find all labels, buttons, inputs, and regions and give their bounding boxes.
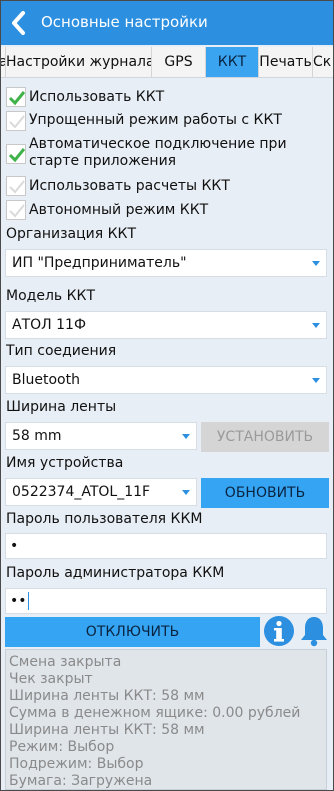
log-line: Ширина ленты ККТ: 58 мм <box>9 722 205 738</box>
log-line: Ширина ленты ККТ: 58 мм <box>9 688 205 704</box>
text-cursor <box>27 592 29 610</box>
organization-value: ИП "Предприниматель" <box>12 255 187 271</box>
tape-width-value: 58 mm <box>12 428 62 444</box>
refresh-devices-button[interactable]: ОБНОВИТЬ <box>201 478 329 508</box>
autonomous-mode-checkbox[interactable] <box>6 200 26 220</box>
back-arrow-icon[interactable] <box>7 10 33 36</box>
connection-type-value: Bluetooth <box>12 372 80 388</box>
log-line: Режим: Выбор <box>9 739 115 755</box>
dropdown-arrow-icon <box>312 323 320 328</box>
user-password-input[interactable]: • <box>5 533 327 559</box>
tab-gps[interactable]: GPS <box>152 47 206 77</box>
info-icon[interactable] <box>263 615 295 647</box>
bell-icon[interactable] <box>299 615 329 647</box>
tab-partial-right[interactable]: Ск <box>313 47 333 77</box>
dropdown-arrow-icon <box>182 490 190 495</box>
checkmark-icon <box>8 148 26 163</box>
auto-connect-checkbox[interactable] <box>6 144 26 164</box>
device-name-label: Имя устройства <box>6 455 124 471</box>
user-password-value: • <box>10 538 19 554</box>
app-window: Основные настройки а Настройки журнала G… <box>0 0 334 791</box>
use-kkt-checkbox[interactable] <box>6 87 26 107</box>
use-kkt-label[interactable]: Использовать ККТ <box>29 89 164 106</box>
admin-password-input[interactable]: •• <box>5 588 327 614</box>
model-label: Модель ККТ <box>6 288 96 304</box>
tab-bar: а Настройки журнала GPS ККТ Печать Ск <box>1 47 333 78</box>
admin-password-value: •• <box>10 593 27 609</box>
device-name-select[interactable]: 0522374_ATOL_11F <box>5 478 197 506</box>
tab-kkt[interactable]: ККТ <box>206 47 259 77</box>
device-name-value: 0522374_ATOL_11F <box>12 484 151 500</box>
model-value: АТОЛ 11Ф <box>12 317 86 333</box>
disconnect-button[interactable]: ОТКЛЮЧИТЬ <box>5 617 260 647</box>
tab-print[interactable]: Печать <box>259 47 313 77</box>
checkmark-disabled-icon <box>9 180 25 194</box>
status-log[interactable]: Смена закрыта Чек закрыт Ширина ленты КК… <box>5 649 327 790</box>
connection-type-select[interactable]: Bluetooth <box>5 366 327 394</box>
simplified-mode-checkbox[interactable] <box>6 111 26 131</box>
tab-journal-settings[interactable]: Настройки журнала <box>6 47 152 77</box>
log-line: Подрежим: Выбор <box>9 756 144 772</box>
organization-select[interactable]: ИП "Предприниматель" <box>5 249 327 277</box>
dropdown-arrow-icon <box>312 261 320 266</box>
use-kkt-calculations-checkbox[interactable] <box>6 176 26 196</box>
log-line: Смена закрыта <box>9 654 122 670</box>
log-line: Бумага: Загружена <box>9 773 153 789</box>
log-line: Сумма в денежном ящике: 0.00 рублей <box>9 705 301 721</box>
set-tape-width-button[interactable]: УСТАНОВИТЬ <box>201 422 329 452</box>
connection-type-label: Тип соедиения <box>6 343 117 359</box>
log-line: Чек закрыт <box>9 671 93 687</box>
auto-connect-label[interactable]: Автоматическое подключение при старте пр… <box>29 136 325 170</box>
tape-width-select[interactable]: 58 mm <box>5 422 197 450</box>
checkmark-disabled-icon <box>9 115 25 129</box>
simplified-mode-label[interactable]: Упрощенный режим работы с ККТ <box>29 112 282 129</box>
tape-width-label: Ширина ленты <box>6 399 117 415</box>
organization-label: Организация ККТ <box>6 226 137 242</box>
page-title[interactable]: Основные настройки <box>41 13 208 31</box>
use-kkt-calculations-label[interactable]: Использовать расчеты ККТ <box>29 178 230 195</box>
user-password-label: Пароль пользователя ККМ <box>6 511 203 527</box>
checkmark-disabled-icon <box>9 204 25 218</box>
model-select[interactable]: АТОЛ 11Ф <box>5 311 327 339</box>
checkmark-icon <box>8 91 26 106</box>
app-header: Основные настройки <box>1 1 333 45</box>
dropdown-arrow-icon <box>182 434 190 439</box>
autonomous-mode-label[interactable]: Автономный режим ККТ <box>29 202 208 219</box>
dropdown-arrow-icon <box>312 378 320 383</box>
admin-password-label: Пароль администратора ККМ <box>6 565 225 581</box>
